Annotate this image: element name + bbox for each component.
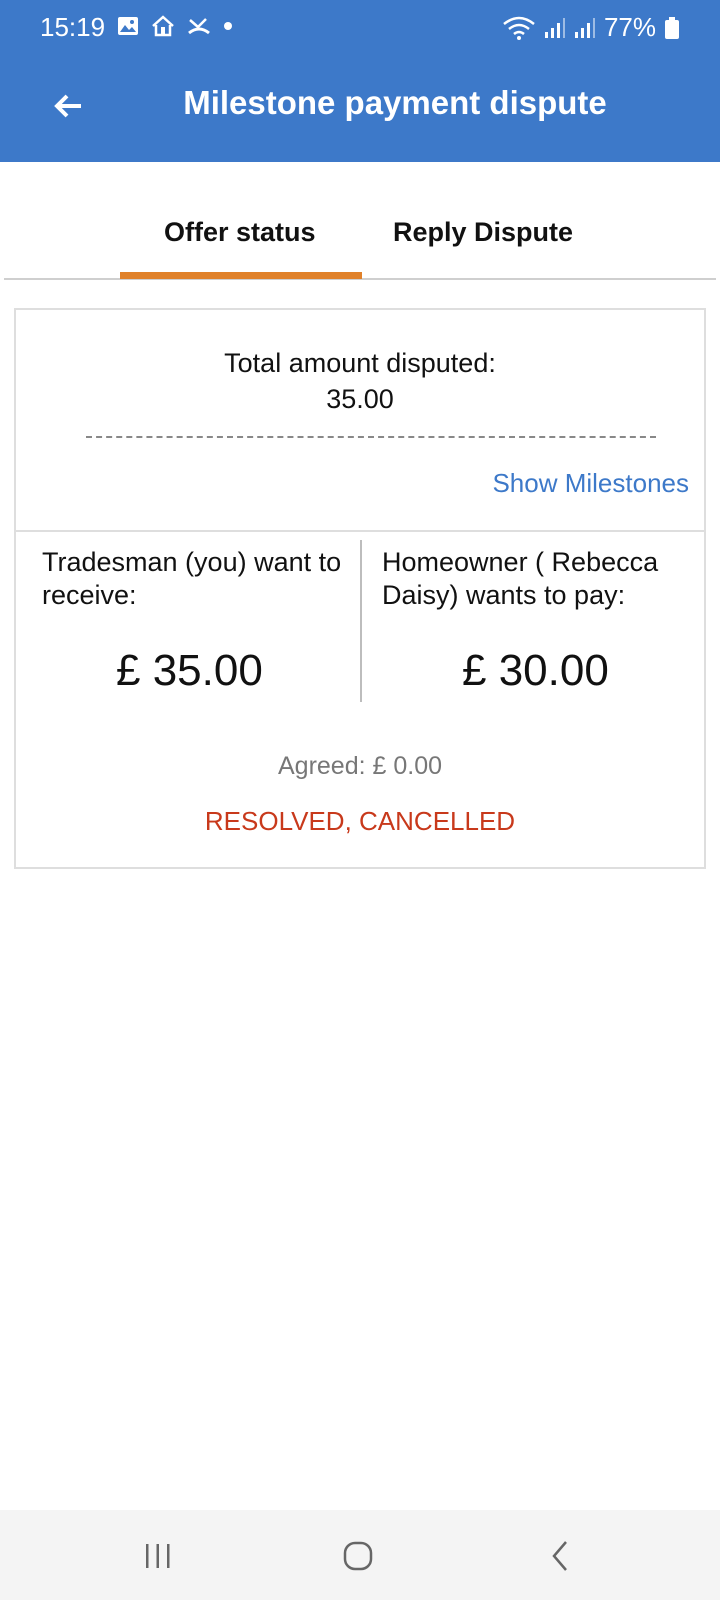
dispute-status: RESOLVED, CANCELLED (204, 806, 516, 836)
signal-icon-2 (574, 17, 595, 38)
chevron-left-icon (552, 1541, 567, 1571)
tradesman-column: Tradesman (you) want to receive: £ 35.00 (42, 546, 342, 695)
divider (16, 530, 704, 532)
status-right: 77% (502, 12, 680, 43)
dot-icon (224, 22, 232, 30)
back-nav-button[interactable] (536, 1532, 584, 1580)
missed-call-icon (188, 18, 210, 35)
recent-apps-icon (146, 1544, 170, 1568)
status-bar: 15:19 77% (0, 0, 720, 52)
agreed-amount: Agreed: £ 0.00 (277, 752, 442, 780)
tab-bar: Offer status Reply Dispute (4, 162, 716, 280)
top-bar: 15:19 77% Milestone payment dispute (0, 0, 720, 162)
battery-percent: 77% (603, 12, 656, 42)
page-title: Milestone payment dispute (183, 84, 607, 121)
homeowner-label: Homeowner ( Rebecca Daisy) wants to pay: (382, 547, 659, 610)
total-disputed-value: 35.00 (326, 384, 394, 414)
notification-icons (116, 14, 234, 38)
tradesman-label: Tradesman (you) want to receive: (42, 547, 342, 610)
show-milestones-link[interactable]: Show Milestones (492, 468, 689, 499)
system-nav-bar (0, 1510, 720, 1600)
battery-icon (665, 16, 679, 39)
home-button[interactable] (334, 1532, 382, 1580)
tab-reply-dispute[interactable]: Reply Dispute (393, 217, 573, 248)
wifi-icon (503, 16, 535, 40)
home-icon (152, 15, 174, 37)
gallery-icon (118, 17, 138, 35)
column-divider (360, 540, 362, 702)
app-bar: Milestone payment dispute (0, 52, 720, 162)
active-tab-indicator (120, 272, 362, 279)
tradesman-amount: £ 35.00 (116, 646, 263, 695)
tab-offer-status[interactable]: Offer status (164, 217, 316, 248)
homeowner-amount: £ 30.00 (462, 646, 609, 695)
total-disputed-label: Total amount disputed: (224, 348, 496, 378)
signal-icon-1 (544, 17, 565, 38)
dashed-divider (86, 436, 656, 438)
dispute-card: Total amount disputed: 35.00 Show Milest… (14, 308, 706, 869)
recent-apps-button[interactable] (134, 1532, 182, 1580)
homeowner-column: Homeowner ( Rebecca Daisy) wants to pay:… (382, 546, 682, 695)
status-time: 15:19 (40, 12, 106, 42)
home-circle-icon (343, 1541, 373, 1571)
